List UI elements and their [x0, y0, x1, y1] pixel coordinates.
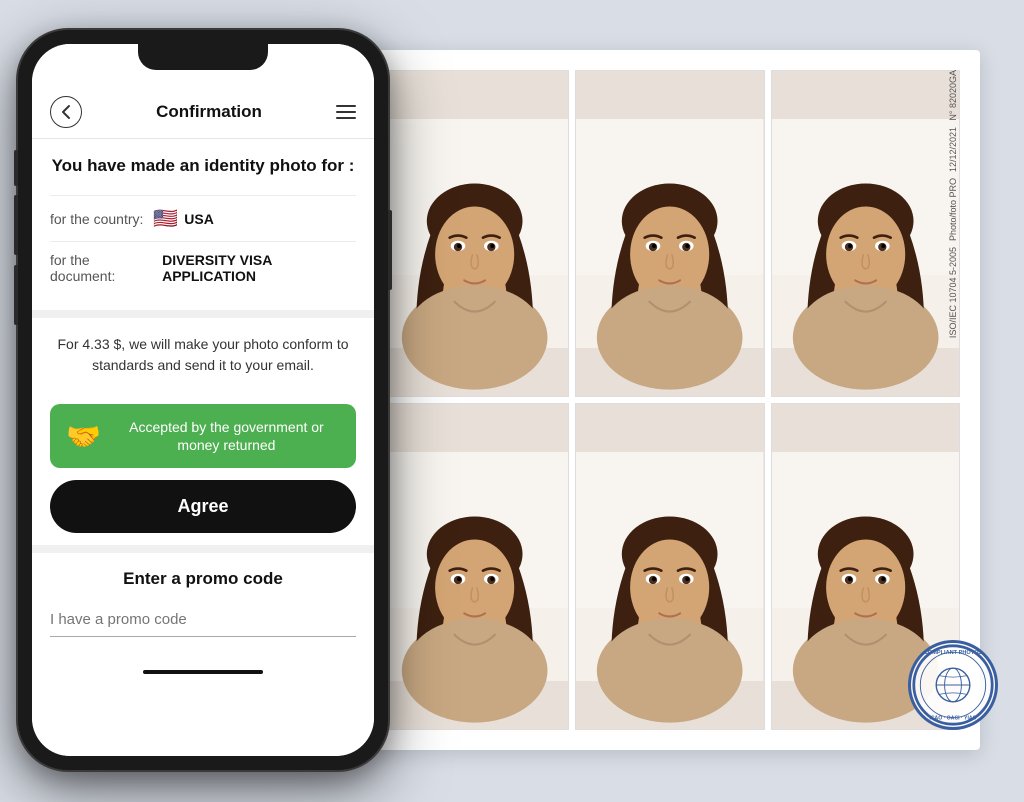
phone-side-mute [14, 150, 18, 186]
svg-text:ICAO · OACI · YIAO: ICAO · OACI · YIAO [929, 716, 976, 722]
passport-photo-5 [575, 403, 764, 730]
passport-photo-1 [380, 70, 569, 397]
sheet-date: 12/12/2021 [948, 127, 958, 172]
pricing-section: For 4.33 $, we will make your photo conf… [32, 318, 374, 392]
home-bar [143, 670, 263, 674]
country-flag: 🇺🇸 [153, 206, 178, 231]
home-indicator [32, 657, 374, 687]
phone-screen: Confirmation You have made an identity p… [32, 44, 374, 756]
sheet-brand: Photo/foto PRO [948, 178, 958, 241]
menu-button[interactable] [336, 105, 356, 119]
guarantee-banner[interactable]: 🤝 Accepted by the government or money re… [50, 404, 356, 468]
phone-side-vol-down [14, 265, 18, 325]
passport-photo-4 [380, 403, 569, 730]
nav-bar: Confirmation [32, 88, 374, 139]
promo-input[interactable] [50, 603, 356, 637]
photo-grid [380, 70, 960, 730]
compliant-stamp: COMPLIANT PHOTOS ICAO · OACI · YIAO [908, 640, 998, 730]
pricing-text: For 4.33 $, we will make your photo conf… [50, 334, 356, 376]
menu-line-1 [336, 105, 356, 107]
passport-photo-2 [575, 70, 764, 397]
guarantee-text: Accepted by the government or money retu… [113, 418, 340, 454]
country-name: USA [184, 211, 214, 227]
phone-side-power [388, 210, 392, 290]
agree-button[interactable]: Agree [50, 480, 356, 533]
page-title: Confirmation [156, 102, 262, 122]
phone-side-vol-up [14, 195, 18, 255]
document-value: DIVERSITY VISA APPLICATION [162, 252, 356, 284]
confirmation-title: You have made an identity photo for : [50, 155, 356, 177]
promo-title: Enter a promo code [50, 569, 356, 589]
back-button[interactable] [50, 96, 82, 128]
promo-section: Enter a promo code [32, 553, 374, 657]
phone-device: Confirmation You have made an identity p… [18, 30, 388, 770]
sheet-iso: ISO/IEC 10704 5-2005 [948, 247, 958, 338]
document-label: for the document: [50, 252, 152, 284]
document-row: for the document: DIVERSITY VISA APPLICA… [50, 241, 356, 294]
confirmation-section: You have made an identity photo for : fo… [32, 139, 374, 310]
screen-content: You have made an identity photo for : fo… [32, 139, 374, 756]
photo-sheet: N° 82020GA 12/12/2021 Photo/foto PRO ISO… [360, 50, 980, 750]
menu-line-2 [336, 111, 356, 113]
guarantee-icon: 🤝 [66, 420, 101, 453]
phone-frame: Confirmation You have made an identity p… [18, 30, 388, 770]
phone-notch [138, 44, 268, 70]
sheet-number: N° 82020GA [948, 70, 958, 121]
country-value: 🇺🇸 USA [153, 206, 213, 231]
divider-1 [32, 310, 374, 318]
svg-text:COMPLIANT PHOTOS: COMPLIANT PHOTOS [923, 650, 982, 656]
country-label: for the country: [50, 211, 143, 227]
sheet-side-label: N° 82020GA 12/12/2021 Photo/foto PRO ISO… [925, 50, 980, 750]
menu-line-3 [336, 117, 356, 119]
divider-2 [32, 545, 374, 553]
country-row: for the country: 🇺🇸 USA [50, 195, 356, 241]
